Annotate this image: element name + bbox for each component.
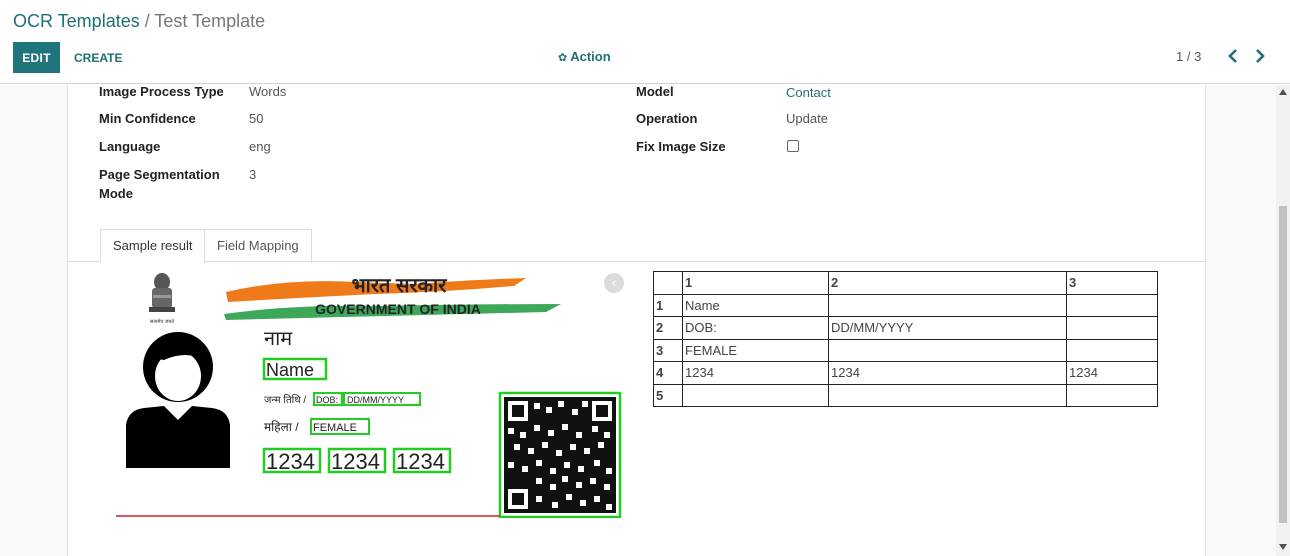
- fix-image-size-label: Fix Image Size: [636, 139, 726, 154]
- table-row: 3 FEMALE: [653, 338, 1158, 362]
- table-row: 2 DOB: DD/MM/YYYY: [653, 316, 1158, 340]
- table-cell: FEMALE: [682, 338, 829, 362]
- table-cell: DD/MM/YYYY: [828, 316, 1067, 340]
- table-header-cell: 2: [828, 271, 1067, 295]
- page-segmentation-label-line2: Mode: [99, 186, 133, 201]
- name-hindi-text: नाम: [264, 328, 293, 350]
- table-cell: 1234: [828, 361, 1067, 385]
- table-cell: [828, 383, 1067, 407]
- control-panel: OCR Templates / Test Template EDIT CREAT…: [0, 0, 1290, 84]
- emblem-icon: [149, 273, 175, 312]
- image-process-type-value: Words: [249, 84, 287, 99]
- person-silhouette-icon: [126, 332, 230, 468]
- table-header-cell: [653, 271, 683, 295]
- breadcrumb: OCR Templates / Test Template: [13, 10, 265, 32]
- table-cell: [1066, 316, 1158, 340]
- breadcrumb-link-ocr-templates[interactable]: OCR Templates: [13, 11, 140, 31]
- image-process-type-label: Image Process Type: [99, 84, 224, 99]
- page-segmentation-label-line1: Page Segmentation: [99, 167, 220, 182]
- action-menu-button[interactable]: ✿ Action: [558, 49, 611, 64]
- min-confidence-label: Min Confidence: [99, 111, 196, 126]
- government-of-india-text: GOVERNMENT OF INDIA: [315, 301, 481, 317]
- name-text: Name: [266, 360, 314, 380]
- number-part-3: 1234: [396, 449, 445, 474]
- table-cell: [1066, 338, 1158, 362]
- table-row: 5: [653, 383, 1158, 407]
- table-row-index: 5: [653, 383, 683, 407]
- table-cell: [682, 383, 829, 407]
- table-header-cell: 1: [682, 271, 829, 295]
- gender-text: FEMALE: [313, 422, 357, 434]
- table-cell: [828, 338, 1067, 362]
- form-view: Image Process Type Words Min Confidence …: [0, 83, 1290, 556]
- emblem-caption: सत्यमेव जयते: [150, 318, 174, 325]
- operation-value: Update: [786, 111, 828, 126]
- qr-code-icon: [498, 391, 622, 519]
- table-cell: 1234: [1066, 361, 1158, 385]
- fix-image-size-checkbox[interactable]: [787, 140, 799, 152]
- edit-button[interactable]: EDIT: [13, 42, 60, 73]
- table-row-index: 1: [653, 293, 683, 317]
- image-collapse-button[interactable]: ‹: [604, 273, 624, 293]
- min-confidence-value: 50: [249, 111, 264, 126]
- number-part-2: 1234: [331, 449, 380, 474]
- dob-value-text: DD/MM/YYYY: [347, 395, 404, 405]
- sample-image: सत्यमेव जयते भारत सरकार GOVERNMENT OF IN…: [116, 270, 622, 519]
- operation-label: Operation: [636, 111, 698, 126]
- tab-field-mapping[interactable]: Field Mapping: [204, 229, 312, 263]
- scroll-up-arrow-icon[interactable]: [1279, 89, 1287, 95]
- vertical-scrollbar[interactable]: [1276, 85, 1290, 556]
- table-row: 1 Name: [653, 293, 1158, 317]
- gender-prefix-text: महिला /: [264, 420, 299, 434]
- page-segmentation-label: Page Segmentation Mode: [99, 165, 220, 203]
- tab-sample-result[interactable]: Sample result: [100, 229, 206, 263]
- table-header-row: 1 2 3: [653, 271, 1158, 295]
- table-cell: [1066, 383, 1158, 407]
- table-cell: DOB:: [682, 316, 829, 340]
- table-row-index: 4: [653, 361, 683, 385]
- table-row: 4 1234 1234 1234: [653, 361, 1158, 385]
- dob-label-text: DOB:: [316, 395, 338, 405]
- number-part-1: 1234: [266, 449, 315, 474]
- table-row-index: 3: [653, 338, 683, 362]
- table-header-cell: 3: [1066, 271, 1158, 295]
- id-card-graphic: सत्यमेव जयते भारत सरकार GOVERNMENT OF IN…: [116, 273, 622, 519]
- language-label: Language: [99, 139, 161, 154]
- model-link[interactable]: Contact: [786, 83, 831, 102]
- ocr-result-table: 1 2 3 1 Name 2 DOB: DD/MM/YYYY 3 FEMALE …: [653, 271, 1158, 407]
- pager-value[interactable]: 1 / 3: [1176, 49, 1201, 64]
- page-segmentation-value: 3: [249, 167, 257, 182]
- table-cell: Name: [682, 293, 829, 317]
- breadcrumb-separator: /: [139, 11, 155, 31]
- language-value: eng: [249, 139, 271, 154]
- dob-prefix-text: जन्म तिथि /: [264, 394, 306, 406]
- breadcrumb-current: Test Template: [154, 11, 266, 31]
- chevron-right-icon: [1256, 49, 1265, 63]
- pager-previous-button[interactable]: [1224, 46, 1242, 66]
- table-cell: [828, 293, 1067, 317]
- create-button[interactable]: CREATE: [66, 42, 130, 73]
- gear-icon: ✿: [558, 52, 568, 64]
- notebook-tabs: Sample result Field Mapping: [67, 228, 1206, 263]
- action-label: Action: [570, 49, 611, 64]
- chevron-left-icon: ‹: [611, 275, 617, 290]
- scrollbar-thumb[interactable]: [1279, 206, 1287, 523]
- table-row-index: 2: [653, 316, 683, 340]
- pager-next-button[interactable]: [1251, 46, 1269, 66]
- chevron-left-icon: [1228, 49, 1237, 63]
- table-cell: [1066, 293, 1158, 317]
- scroll-down-arrow-icon[interactable]: [1279, 544, 1287, 550]
- hindi-title: भारत सरकार: [352, 275, 448, 297]
- table-cell: 1234: [682, 361, 829, 385]
- model-label: Model: [636, 84, 674, 99]
